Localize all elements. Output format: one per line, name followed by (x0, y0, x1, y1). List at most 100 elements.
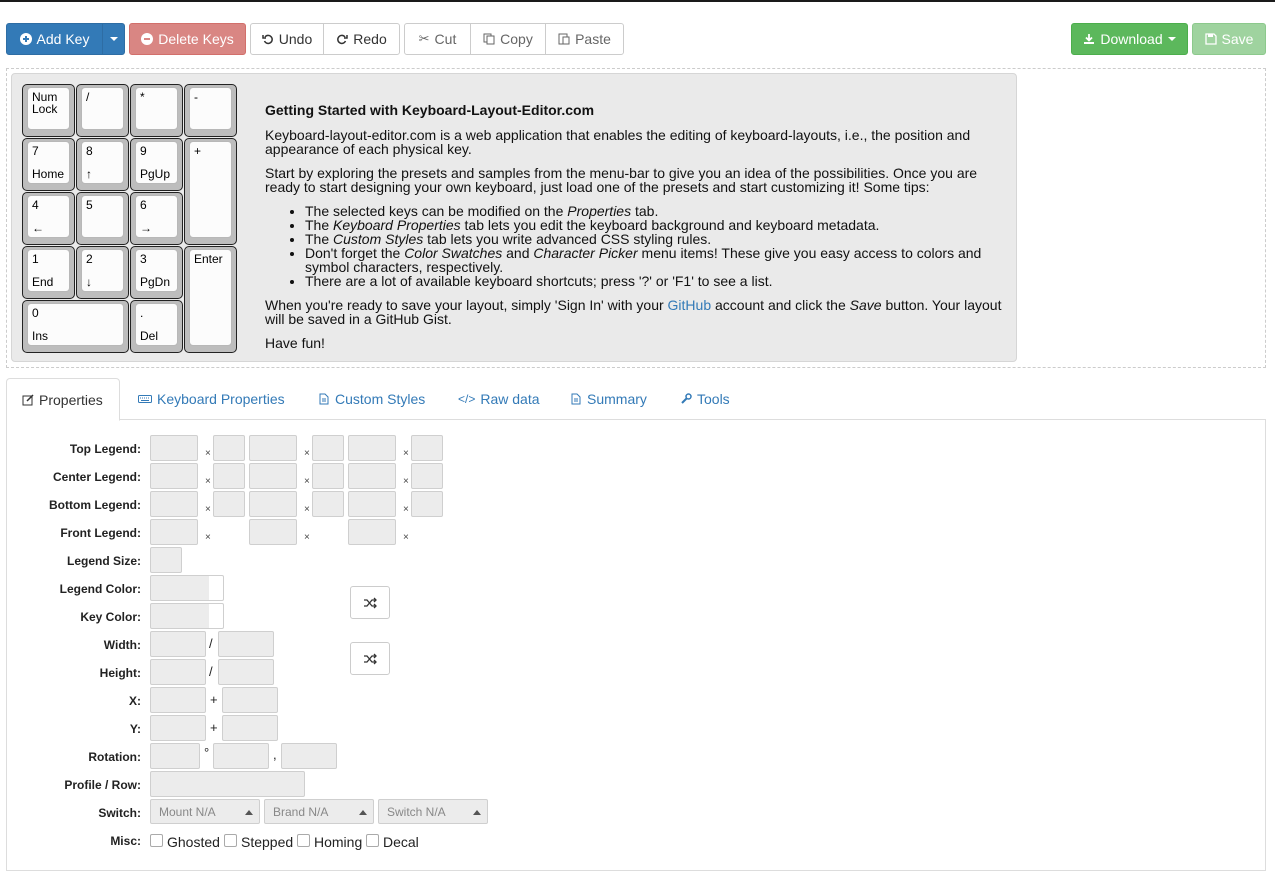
tab-custom-styles[interactable]: Custom Styles (314, 378, 429, 420)
key-7[interactable]: 7 Home (22, 138, 75, 191)
key-enter[interactable]: Enter (184, 246, 237, 353)
switch-label: Switch: (98, 806, 141, 820)
y-offset-input[interactable] (222, 715, 278, 741)
bottom-legend-color-center[interactable] (312, 491, 344, 517)
clear-mark[interactable]: × (403, 504, 409, 515)
top-legend-input-center[interactable] (249, 435, 297, 461)
github-link[interactable]: GitHub (668, 297, 712, 313)
key-divide[interactable]: / (76, 84, 129, 137)
tab-keyboard-properties[interactable]: Keyboard Properties (134, 378, 289, 420)
key-minus[interactable]: - (184, 84, 237, 137)
clear-mark[interactable]: × (304, 476, 310, 487)
bottom-legend-color-left[interactable] (213, 491, 245, 517)
x-input[interactable] (150, 687, 206, 713)
clear-mark[interactable]: × (403, 532, 409, 543)
clear-mark[interactable]: × (403, 476, 409, 487)
properties-panel: Top Legend: × × × Center Legend: × × × B… (6, 420, 1266, 871)
key-multiply[interactable]: * (130, 84, 183, 137)
bottom-legend-input-left[interactable] (150, 491, 198, 517)
front-legend-input-left[interactable] (150, 519, 198, 545)
homing-checkbox[interactable] (297, 834, 310, 847)
top-legend-color-right[interactable] (411, 435, 443, 461)
width2-input[interactable] (218, 631, 274, 657)
y-label: Y: (129, 722, 141, 736)
center-legend-color-right[interactable] (411, 463, 443, 489)
key-3[interactable]: 3 PgDn (130, 246, 183, 299)
tab-summary[interactable]: Summary (566, 378, 651, 420)
bottom-legend-input-center[interactable] (249, 491, 297, 517)
stepped-checkbox[interactable] (224, 834, 237, 847)
cut-button[interactable]: ✂ Cut (404, 23, 471, 55)
swap-size-button[interactable] (350, 642, 390, 675)
key-1[interactable]: 1 End (22, 246, 75, 299)
clear-mark[interactable]: × (205, 504, 211, 515)
clear-mark[interactable]: × (205, 532, 211, 543)
copy-button[interactable]: Copy (470, 23, 546, 55)
front-legend-input-center[interactable] (249, 519, 297, 545)
key-decimal[interactable]: . Del (130, 300, 183, 353)
stepped-label: Stepped (241, 834, 294, 850)
switch-brand-select[interactable]: Brand N/A (264, 799, 374, 824)
top-legend-input-left[interactable] (150, 435, 198, 461)
copy-icon (483, 33, 495, 45)
rotation-y-input[interactable] (281, 743, 337, 769)
key-9[interactable]: 9 PgUp (130, 138, 183, 191)
redo-button[interactable]: Redo (323, 23, 400, 55)
height2-input[interactable] (218, 659, 274, 685)
top-legend-color-center[interactable] (312, 435, 344, 461)
center-legend-color-left[interactable] (213, 463, 245, 489)
y-input[interactable] (150, 715, 206, 741)
keyboard-icon (138, 395, 152, 403)
tab-raw-data[interactable]: </> Raw data (454, 378, 544, 420)
key-8[interactable]: 8 ↑ (76, 138, 129, 191)
undo-button[interactable]: Undo (250, 23, 324, 55)
center-legend-color-center[interactable] (312, 463, 344, 489)
tab-properties[interactable]: Properties (6, 378, 120, 421)
key-5[interactable]: 5 (76, 192, 129, 245)
clear-mark[interactable]: × (205, 476, 211, 487)
clear-mark[interactable]: × (304, 532, 310, 543)
tab-tools[interactable]: Tools (676, 378, 734, 420)
rotation-x-input[interactable] (213, 743, 269, 769)
delete-keys-button[interactable]: Delete Keys (129, 23, 246, 55)
key-4[interactable]: 4 ← (22, 192, 75, 245)
center-legend-input-right[interactable] (348, 463, 396, 489)
x-offset-input[interactable] (222, 687, 278, 713)
bottom-legend-color-right[interactable] (411, 491, 443, 517)
center-legend-input-center[interactable] (249, 463, 297, 489)
legend-size-input[interactable] (150, 547, 182, 573)
degree-mark: ° (204, 745, 210, 760)
save-button[interactable]: Save (1192, 23, 1266, 55)
width-input[interactable] (150, 631, 206, 657)
legend-color-input[interactable] (150, 575, 224, 601)
switch-mount-select[interactable]: Mount N/A (150, 799, 260, 824)
top-legend-input-right[interactable] (348, 435, 396, 461)
front-legend-input-right[interactable] (348, 519, 396, 545)
clear-mark[interactable]: × (304, 504, 310, 515)
clear-mark[interactable]: × (304, 448, 310, 459)
key-2[interactable]: 2 ↓ (76, 246, 129, 299)
key-6[interactable]: 6 → (130, 192, 183, 245)
key-color-input[interactable] (150, 603, 224, 629)
clear-mark[interactable]: × (205, 448, 211, 459)
swap-colors-button[interactable] (350, 586, 390, 619)
download-button[interactable]: Download (1071, 23, 1188, 55)
switch-type-select[interactable]: Switch N/A (378, 799, 488, 824)
rotation-angle-input[interactable] (150, 743, 200, 769)
save-label: Save (1221, 31, 1254, 47)
profile-row-input[interactable] (150, 771, 305, 797)
key-plus[interactable]: + (184, 138, 237, 245)
top-legend-color-left[interactable] (213, 435, 245, 461)
ghosted-checkbox[interactable] (150, 834, 163, 847)
key-0[interactable]: 0 Ins (22, 300, 129, 353)
decal-checkbox[interactable] (366, 834, 379, 847)
minus-circle-icon (141, 33, 154, 45)
center-legend-input-left[interactable] (150, 463, 198, 489)
paste-button[interactable]: Paste (545, 23, 624, 55)
key-num-lock[interactable]: Num Lock (22, 84, 75, 137)
clear-mark[interactable]: × (403, 448, 409, 459)
height-input[interactable] (150, 659, 206, 685)
bottom-legend-input-right[interactable] (348, 491, 396, 517)
add-key-dropdown-button[interactable] (102, 23, 125, 55)
add-key-button[interactable]: Add Key (6, 23, 103, 55)
